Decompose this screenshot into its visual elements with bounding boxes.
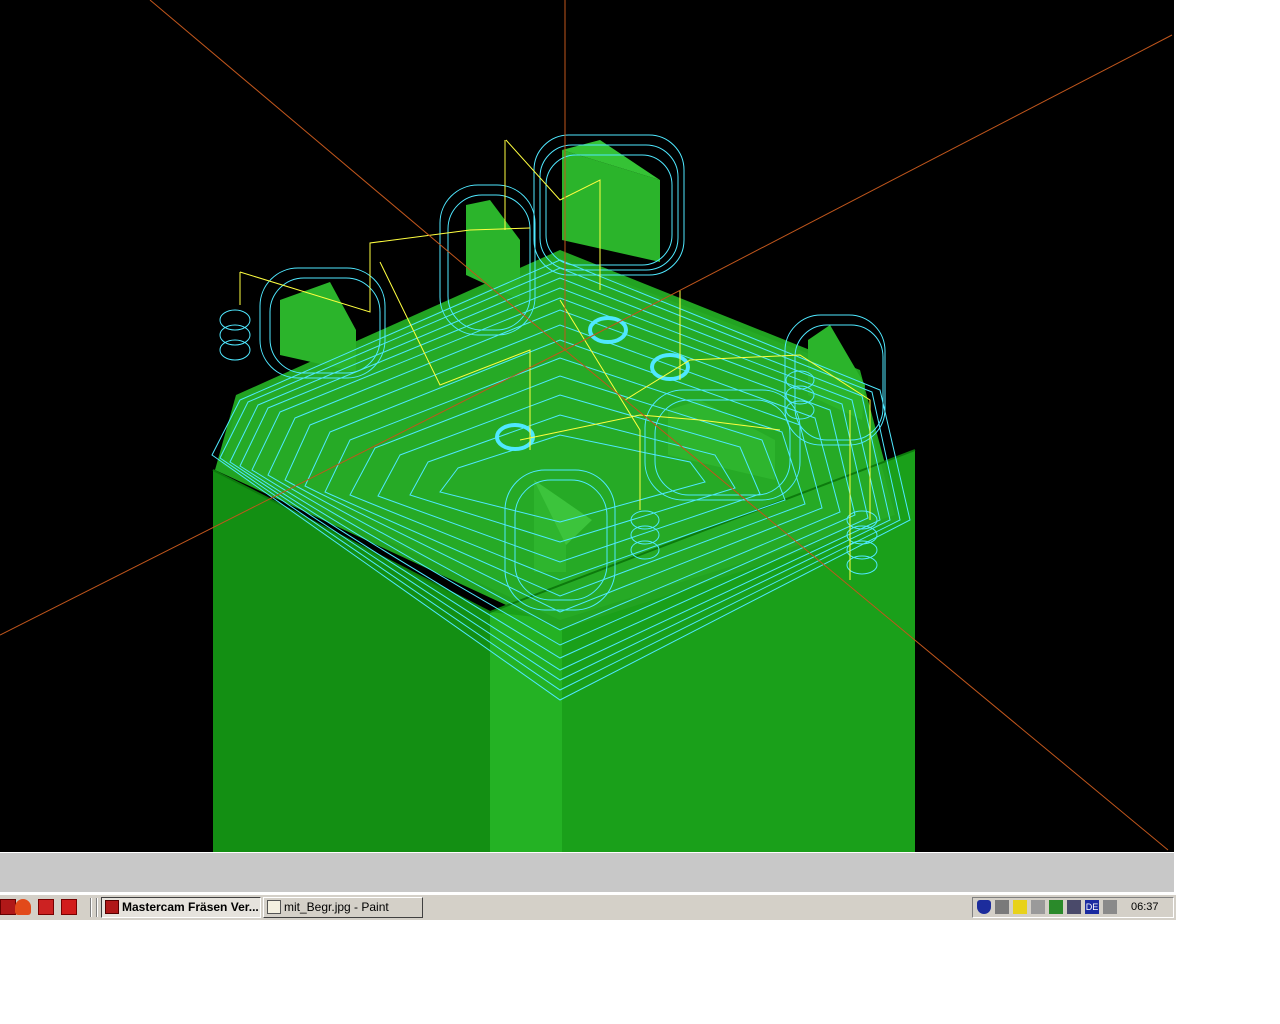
pen-icon[interactable] xyxy=(1013,900,1027,914)
taskbar-separator xyxy=(90,898,92,917)
toolpath-simulation-view xyxy=(0,0,1173,852)
clock[interactable]: 06:37 xyxy=(1131,898,1159,917)
task-button-mastercam[interactable]: Mastercam Fräsen Ver... xyxy=(101,897,261,918)
grid-icon[interactable] xyxy=(1049,900,1063,914)
solid-part xyxy=(212,140,916,852)
sw-icon[interactable] xyxy=(61,899,77,915)
solidworks-flame-icon[interactable] xyxy=(15,899,31,915)
status-bar xyxy=(0,852,1174,892)
monitor-icon[interactable] xyxy=(1067,900,1081,914)
mastercam-icon[interactable] xyxy=(0,899,16,915)
network-icon[interactable] xyxy=(995,900,1009,914)
paint-icon xyxy=(267,900,281,914)
cad-viewport[interactable] xyxy=(0,0,1174,852)
usb-icon[interactable] xyxy=(1103,900,1117,914)
task-label: mit_Begr.jpg - Paint xyxy=(284,900,389,914)
solidworks-red-icon[interactable] xyxy=(38,899,54,915)
language-icon[interactable]: DE xyxy=(1085,900,1099,914)
system-tray: DE 06:37 xyxy=(972,897,1174,918)
mastercam-icon xyxy=(105,900,119,914)
speaker-icon[interactable] xyxy=(1031,900,1045,914)
taskbar-separator xyxy=(96,898,98,917)
windows-taskbar: Mastercam Fräsen Ver... mit_Begr.jpg - P… xyxy=(0,894,1176,920)
task-label: Mastercam Fräsen Ver... xyxy=(122,900,259,914)
task-button-paint[interactable]: mit_Begr.jpg - Paint xyxy=(263,897,423,918)
shield-icon[interactable] xyxy=(977,900,991,914)
